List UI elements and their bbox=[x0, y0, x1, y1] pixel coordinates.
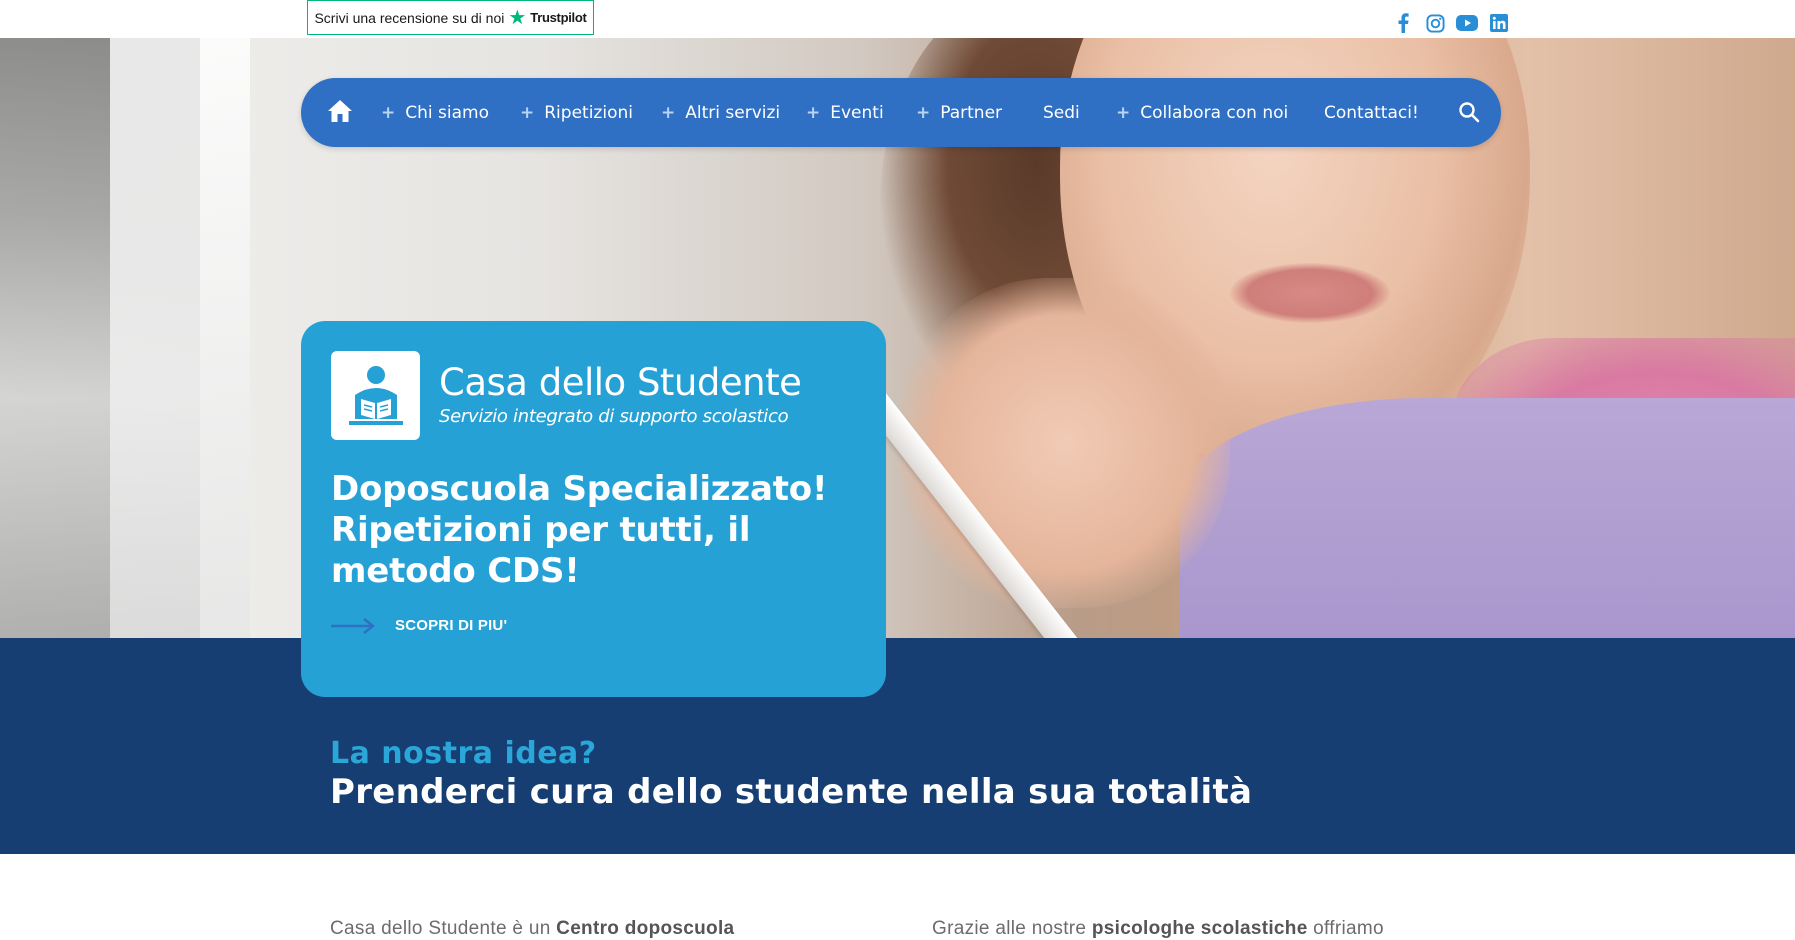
intro-text-right: Grazie alle nostre psicologhe scolastich… bbox=[932, 918, 1384, 939]
main-navigation: + Chi siamo + Ripetizioni + Altri serviz… bbox=[301, 78, 1501, 147]
idea-statement: Prenderci cura dello studente nella sua … bbox=[330, 772, 1253, 812]
idea-section: La nostra idea? Prenderci cura dello stu… bbox=[0, 638, 1795, 854]
nav-label: Chi siamo bbox=[405, 102, 489, 123]
intro-text-left: Casa dello Studente è un Centro doposcuo… bbox=[330, 918, 735, 939]
nav-label: Sedi bbox=[1043, 102, 1080, 123]
hero-card: Casa dello Studente Servizio integrato d… bbox=[301, 321, 886, 697]
facebook-icon[interactable] bbox=[1392, 12, 1414, 34]
student-sweater bbox=[1180, 398, 1795, 638]
discover-more-label: SCOPRI DI PIU' bbox=[395, 617, 508, 634]
nav-label: Partner bbox=[940, 102, 1003, 123]
plus-icon: + bbox=[520, 102, 535, 123]
home-icon[interactable] bbox=[327, 98, 353, 124]
brand-logo-text: Casa dello Studente Servizio integrato d… bbox=[439, 351, 802, 427]
trustpilot-brand: Trustpilot bbox=[530, 10, 587, 25]
hero-headline: Doposcuola Specializzato! Ripetizioni pe… bbox=[331, 469, 828, 591]
plus-icon: + bbox=[381, 102, 396, 123]
nav-item-contattaci[interactable]: Contattaci! bbox=[1324, 78, 1419, 147]
nav-item-sedi[interactable]: Sedi bbox=[1043, 78, 1080, 147]
student-reading-icon bbox=[331, 351, 420, 440]
nav-label: Contattaci! bbox=[1324, 102, 1419, 123]
nav-label: Collabora con noi bbox=[1140, 102, 1289, 123]
plus-icon: + bbox=[806, 102, 821, 123]
linkedin-icon[interactable] bbox=[1488, 12, 1510, 34]
nav-label: Ripetizioni bbox=[544, 102, 633, 123]
brand-logo[interactable]: Casa dello Studente Servizio integrato d… bbox=[331, 351, 802, 440]
brand-name: Casa dello Studente bbox=[439, 361, 802, 404]
review-label: Scrivi una recensione su di noi bbox=[314, 9, 505, 26]
nav-label: Eventi bbox=[830, 102, 884, 123]
nav-item-partner[interactable]: + Partner bbox=[916, 78, 1002, 147]
nav-label: Altri servizi bbox=[685, 102, 781, 123]
social-links bbox=[1392, 12, 1510, 34]
nav-item-ripetizioni[interactable]: + Ripetizioni bbox=[520, 78, 633, 147]
search-icon[interactable] bbox=[1458, 101, 1480, 123]
discover-more-link[interactable]: SCOPRI DI PIU' bbox=[331, 617, 507, 634]
window-light bbox=[110, 38, 250, 638]
youtube-icon[interactable] bbox=[1456, 12, 1478, 34]
trustpilot-review-button[interactable]: Scrivi una recensione su di noi ★ Trustp… bbox=[307, 0, 594, 35]
star-icon: ★ bbox=[508, 6, 527, 29]
plus-icon: + bbox=[661, 102, 676, 123]
arrow-right-icon bbox=[331, 617, 375, 634]
nav-item-altri-servizi[interactable]: + Altri servizi bbox=[661, 78, 780, 147]
nav-item-eventi[interactable]: + Eventi bbox=[806, 78, 884, 147]
plus-icon: + bbox=[916, 102, 931, 123]
plus-icon: + bbox=[1116, 102, 1131, 123]
student-hand bbox=[900, 278, 1230, 608]
instagram-icon[interactable] bbox=[1424, 12, 1446, 34]
top-bar: Scrivi una recensione su di noi ★ Trustp… bbox=[0, 0, 1795, 38]
student-lips bbox=[1230, 263, 1390, 323]
brand-tagline: Servizio integrato di supporto scolastic… bbox=[439, 406, 789, 427]
nav-item-collabora[interactable]: + Collabora con noi bbox=[1116, 78, 1288, 147]
idea-question: La nostra idea? bbox=[330, 736, 597, 771]
nav-item-chi-siamo[interactable]: + Chi siamo bbox=[381, 78, 489, 147]
